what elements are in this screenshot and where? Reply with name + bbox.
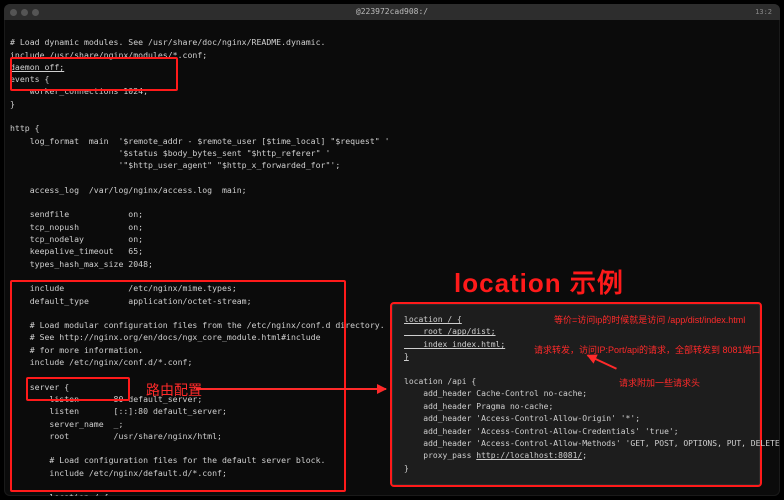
semi: ; bbox=[582, 451, 587, 460]
section-heading: location 示例 bbox=[454, 264, 624, 303]
window-title: @223972cad908:/ bbox=[4, 6, 780, 18]
hdr-ac: add_header 'Access-Control-Allow-Credent… bbox=[404, 427, 679, 436]
hdr-ao: add_header 'Access-Control-Allow-Origin'… bbox=[404, 414, 640, 423]
titlebar: @223972cad908:/ 13:2 bbox=[4, 4, 780, 20]
clock-text: 13:2 bbox=[755, 7, 772, 18]
callout-panel: location / { root /app/dist; index index… bbox=[390, 302, 762, 487]
hdr-pr: add_header Pragma no-cache; bbox=[404, 402, 553, 411]
annotation-route: 路由配置 bbox=[146, 380, 202, 401]
loc-root: location / { root /app/dist; index index… bbox=[404, 315, 505, 361]
cfg-http: http { log_format main '$remote_addr - $… bbox=[10, 123, 390, 367]
loc-api-open: location /api { bbox=[404, 377, 476, 386]
cfg-pre1: # Load dynamic modules. See /usr/share/d… bbox=[10, 37, 325, 59]
hdr-cc: add_header Cache-Control no-cache; bbox=[404, 389, 587, 398]
cfg-events: events { worker_connections 1024; } bbox=[10, 74, 148, 109]
close-brace: } bbox=[404, 464, 409, 473]
annotation-equiv: 等价=访问ip的时候就是访问 /app/dist/index.html bbox=[554, 314, 745, 328]
hdr-am: add_header 'Access-Control-Allow-Methods… bbox=[404, 439, 780, 448]
proxy-pre: proxy_pass bbox=[404, 451, 476, 460]
editor-content[interactable]: # Load dynamic modules. See /usr/share/d… bbox=[10, 24, 390, 496]
cfg-daemon: daemon off; bbox=[10, 62, 64, 72]
annotation-forward: 请求转发，访问IP:Port/api的请求，全部转发到 8081端口 bbox=[534, 344, 761, 358]
annotation-addhdr: 请求附加一些请求头 bbox=[619, 377, 700, 391]
arrow-icon bbox=[196, 388, 386, 390]
callout-code: location / { root /app/dist; index index… bbox=[404, 314, 750, 475]
terminal-window: @223972cad908:/ 13:2 # Load dynamic modu… bbox=[4, 4, 780, 496]
proxy-url: http://localhost:8081/ bbox=[476, 451, 582, 460]
